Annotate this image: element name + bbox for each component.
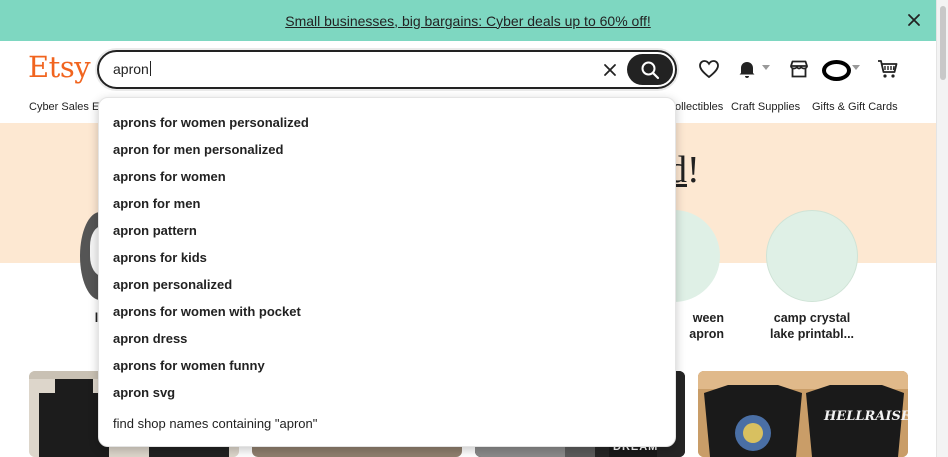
chevron-down-icon[interactable]	[762, 65, 770, 71]
search-input[interactable]: apron	[113, 61, 593, 77]
shop-name-search-option[interactable]: find shop names containing "apron"	[113, 416, 317, 431]
search-bar: apron	[97, 50, 677, 89]
category-circle[interactable]	[766, 210, 858, 302]
page: Small businesses, big bargains: Cyber de…	[0, 0, 948, 457]
search-icon	[641, 61, 660, 80]
promo-link[interactable]: Small businesses, big bargains: Cyber de…	[285, 13, 651, 29]
scrollbar-thumb[interactable]	[940, 6, 946, 80]
suggestion-item[interactable]: apron for men	[113, 196, 200, 211]
promo-banner: Small businesses, big bargains: Cyber de…	[0, 0, 936, 41]
nav-item-craft-supplies[interactable]: Craft Supplies	[731, 101, 800, 113]
suggestion-item[interactable]: aprons for women personalized	[113, 115, 309, 130]
clear-icon[interactable]	[601, 61, 619, 79]
suggestion-item[interactable]: apron personalized	[113, 277, 232, 292]
search-input-value: apron	[113, 61, 149, 77]
close-icon[interactable]	[906, 12, 922, 28]
heart-icon[interactable]	[697, 57, 721, 81]
suggestion-item[interactable]: apron dress	[113, 331, 187, 346]
suggestion-item[interactable]: aprons for women funny	[113, 358, 265, 373]
chevron-down-icon[interactable]	[852, 65, 860, 71]
search-button[interactable]	[627, 54, 673, 85]
suggestion-item[interactable]: aprons for women	[113, 169, 226, 184]
search-suggestions-dropdown: aprons for women personalized apron for …	[98, 97, 676, 447]
shop-icon[interactable]	[787, 57, 811, 81]
suggestion-item[interactable]: apron svg	[113, 385, 175, 400]
nav-item-gifts[interactable]: Gifts & Gift Cards	[812, 101, 898, 113]
suggestion-item[interactable]: apron for men personalized	[113, 142, 283, 157]
nav-item-collectibles[interactable]: ollectibles	[675, 101, 723, 113]
suggestion-item[interactable]: aprons for women with pocket	[113, 304, 301, 319]
bell-icon[interactable]	[735, 57, 759, 81]
product-card-text: HELLRAISER	[824, 409, 908, 424]
product-card[interactable]: HELLRAISER	[698, 371, 908, 457]
etsy-logo[interactable]: Etsy	[28, 50, 91, 84]
category-label[interactable]: camp crystal lake printabl...	[758, 310, 866, 342]
suggestion-item[interactable]: apron pattern	[113, 223, 197, 238]
nav-item-cyber-sales[interactable]: Cyber Sales E	[29, 101, 99, 113]
avatar[interactable]	[822, 60, 851, 81]
suggestion-item[interactable]: aprons for kids	[113, 250, 207, 265]
text-caret	[149, 61, 151, 76]
scrollbar[interactable]	[936, 0, 948, 457]
cart-icon[interactable]	[876, 57, 900, 81]
